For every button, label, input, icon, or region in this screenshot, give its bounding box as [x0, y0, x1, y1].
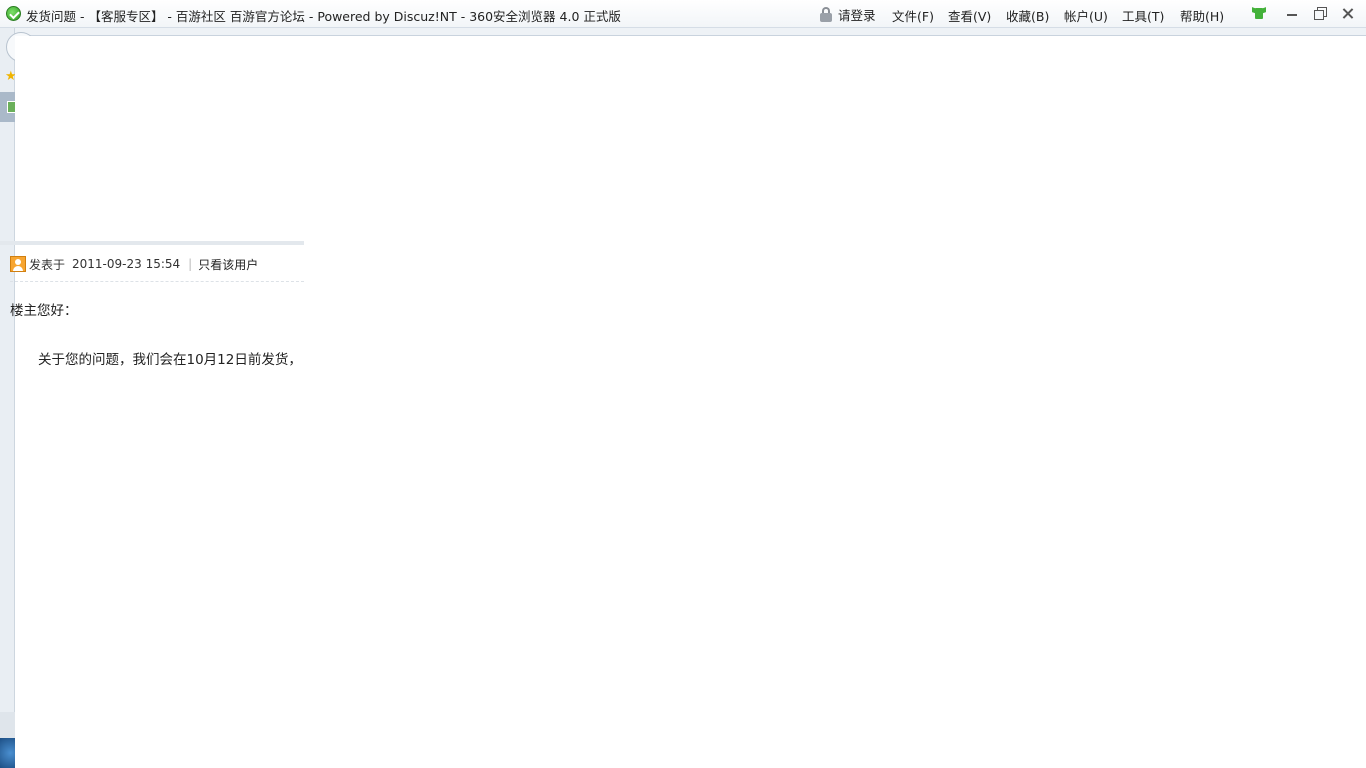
toolbar-strip: [0, 28, 1366, 36]
window-title: 发货问题 - 【客服专区】 - 百游社区 百游官方论坛 - Powered by…: [26, 9, 621, 24]
menu-account[interactable]: 帐户(U): [1064, 6, 1108, 25]
user-avatar-icon: [10, 256, 26, 272]
login-button[interactable]: 请登录: [820, 5, 876, 23]
login-label: 请登录: [838, 7, 876, 23]
menu-view[interactable]: 查看(V): [948, 6, 991, 25]
post-meta-prefix: 发表于: [29, 257, 66, 272]
menu-file[interactable]: 文件(F): [892, 6, 934, 25]
post-divider: [0, 241, 304, 245]
tab-icon[interactable]: [0, 92, 16, 122]
post-timestamp: 2011-09-23 15:54: [72, 257, 181, 271]
skin-shirt-icon[interactable]: [1252, 7, 1266, 19]
close-icon[interactable]: [1338, 4, 1358, 22]
post-body: 关于您的问题，我们会在10月12日前发货，: [38, 352, 302, 368]
left-edge: [0, 28, 15, 768]
post-meta: 发表于 2011-09-23 15:54 | 只看该用户: [10, 256, 258, 272]
meta-divider: [10, 281, 304, 282]
browser-logo-icon: [6, 6, 21, 21]
menu-favorites[interactable]: 收藏(B): [1006, 6, 1049, 25]
page-content: [15, 36, 1366, 768]
lock-icon: [820, 6, 832, 22]
only-this-user-link[interactable]: 只看该用户: [198, 256, 258, 273]
globe-icon: [0, 738, 15, 768]
minimize-icon[interactable]: [1282, 4, 1302, 22]
menu-help[interactable]: 帮助(H): [1180, 6, 1224, 25]
post-greeting: 楼主您好：: [10, 303, 78, 319]
status-edge: [0, 712, 15, 738]
restore-icon[interactable]: [1310, 4, 1330, 22]
meta-separator: |: [188, 257, 193, 271]
title-bar: 发货问题 - 【客服专区】 - 百游社区 百游官方论坛 - Powered by…: [0, 0, 1366, 28]
menu-tools[interactable]: 工具(T): [1122, 6, 1164, 25]
